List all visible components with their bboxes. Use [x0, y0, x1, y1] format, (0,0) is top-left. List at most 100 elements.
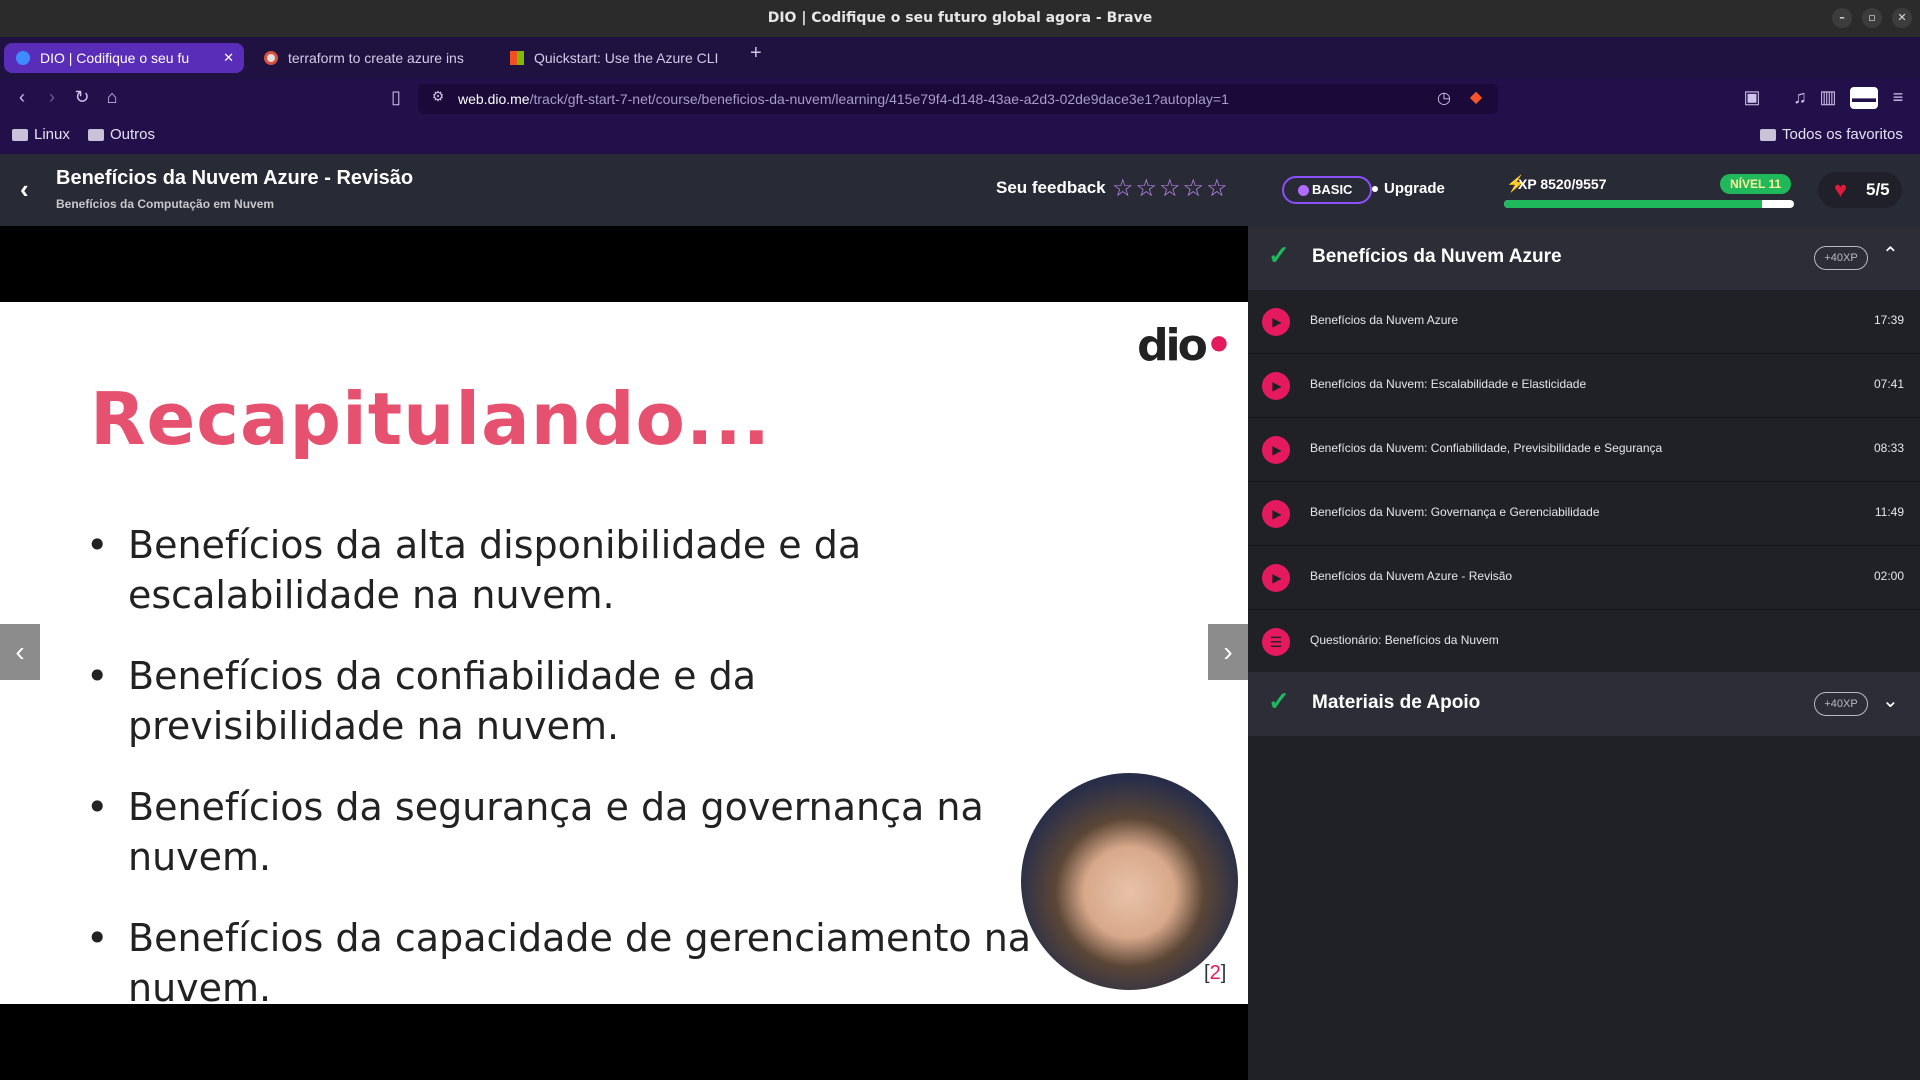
lesson-item[interactable]: ▶ Benefícios da Nuvem: Escalabilidade e E… — [1248, 354, 1920, 418]
quiz-item[interactable]: ☰ Questionário: Benefícios da Nuvem — [1248, 610, 1920, 674]
lesson-item[interactable]: ▶ Benefícios da Nuvem Azure 17:39 — [1248, 290, 1920, 354]
check-icon: ✓ — [1268, 686, 1290, 716]
tab-terraform[interactable]: terraform to create azure ins — [252, 43, 484, 73]
url-host: web.dio.me — [458, 91, 530, 107]
lives-value: 5/5 — [1866, 180, 1890, 199]
section-header-materiais[interactable]: ✓ Materiais de Apoio +40XP ⌄ — [1248, 672, 1920, 736]
previous-slide-icon[interactable]: ‹ — [0, 624, 40, 680]
window-title: DIO | Codifique o seu futuro global agor… — [767, 10, 1153, 26]
folder-icon — [1760, 128, 1776, 141]
home-icon[interactable]: ⌂ — [100, 87, 124, 108]
bookmark-label: Todos os favoritos — [1782, 126, 1903, 143]
plan-label: BASIC — [1312, 182, 1353, 197]
section-xp-badge: +40XP — [1814, 692, 1868, 716]
slide-bullets: Benefícios da alta disponibilidade e da … — [86, 520, 1040, 1004]
dio-logo: dio• — [1137, 320, 1233, 371]
slide-page-number: [2] — [1204, 962, 1227, 984]
upgrade-link[interactable]: Upgrade — [1372, 180, 1445, 197]
lesson-item-current[interactable]: ▶ Benefícios da Nuvem Azure - Revisão 02:0… — [1248, 546, 1920, 610]
bookmark-label: Linux — [34, 126, 70, 143]
section-title: Benefícios da Nuvem Azure — [1312, 246, 1562, 267]
heart-icon: ♥ — [1834, 177, 1848, 202]
all-bookmarks[interactable]: Todos os favoritos — [1760, 126, 1903, 143]
bullet-item: Benefícios da alta disponibilidade e da … — [86, 520, 1040, 620]
lives-counter: ♥ 5/5 — [1818, 172, 1902, 208]
presenter-webcam — [1021, 773, 1238, 990]
tab-dio[interactable]: DIO | Codifique o seu fu ✕ — [4, 43, 244, 73]
bookmarks-bar: Linux Outros Todos os favoritos — [0, 119, 1920, 154]
bullet-item: Benefícios da segurança e da governança … — [86, 782, 1040, 882]
plan-badge[interactable]: BASIC — [1282, 176, 1372, 204]
lesson-label: Benefícios da Nuvem Azure — [1310, 313, 1459, 327]
bookmark-folder-outros[interactable]: Outros — [88, 126, 155, 143]
maximize-icon[interactable]: ▫ — [1862, 8, 1882, 28]
play-icon: ▶ — [1262, 564, 1290, 592]
microsoft-favicon-icon — [510, 51, 524, 65]
check-icon: ✓ — [1268, 240, 1290, 270]
site-settings-icon[interactable]: ⚙ — [426, 88, 450, 105]
bookmark-label: Outros — [110, 126, 156, 143]
section-header-beneficios[interactable]: ✓ Benefícios da Nuvem Azure +40XP ⌃ — [1248, 226, 1920, 290]
bookmark-folder-linux[interactable]: Linux — [12, 126, 70, 143]
lesson-duration: 02:00 — [1873, 569, 1904, 583]
slide-headline: Recapitulando... — [90, 377, 772, 461]
forward-icon[interactable]: › — [40, 87, 64, 108]
tab-label: DIO | Codifique o seu fu — [40, 50, 190, 66]
wallet-icon[interactable]: ▬▬ — [1850, 87, 1878, 109]
level-badge: NÍVEL 11 — [1720, 174, 1792, 194]
xp-progress-fill — [1504, 200, 1763, 208]
section-title: Materiais de Apoio — [1312, 692, 1481, 713]
lesson-label: Questionário: Benefícios da Nuvem — [1310, 633, 1499, 647]
tab-label: Quickstart: Use the Azure CLI — [534, 50, 719, 66]
navigation-bar: ‹ › ↻ ⌂ ▯ ⚙ web.dio.me/track/gft-start-7… — [0, 79, 1920, 119]
slide-frame: dio• Recapitulando... Benefícios da alta… — [0, 302, 1248, 1004]
chevron-down-icon[interactable]: ⌄ — [1882, 688, 1899, 713]
media-icon[interactable]: ♫ — [1788, 87, 1812, 108]
play-icon: ▶ — [1262, 500, 1290, 528]
lesson-duration: 07:41 — [1873, 377, 1904, 391]
lesson-label: Benefícios da Nuvem: Confiabilidade, Pre… — [1310, 441, 1663, 455]
sidebar-icon[interactable]: ▥ — [1816, 87, 1840, 108]
list-icon: ☰ — [1262, 628, 1290, 656]
history-icon[interactable]: ◷ — [1432, 88, 1456, 108]
close-tab-icon[interactable]: ✕ — [217, 43, 234, 73]
lesson-item[interactable]: ▶ Benefícios da Nuvem: Confiabilidade, Pr… — [1248, 418, 1920, 482]
window-titlebar: DIO | Codifique o seu futuro global agor… — [0, 0, 1920, 37]
minimize-icon[interactable]: – — [1832, 8, 1852, 28]
next-slide-icon[interactable]: › — [1208, 624, 1248, 680]
new-tab-icon[interactable]: + — [750, 42, 762, 65]
close-icon[interactable]: ✕ — [1892, 8, 1912, 28]
chevron-up-icon[interactable]: ⌃ — [1882, 242, 1899, 267]
tab-azure-cli[interactable]: Quickstart: Use the Azure CLI — [498, 43, 730, 73]
address-bar[interactable]: ⚙ web.dio.me/track/gft-start-7-net/cours… — [418, 84, 1498, 114]
feedback-label: Seu feedback — [996, 178, 1106, 197]
play-icon: ▶ — [1262, 372, 1290, 400]
lesson-title: Benefícios da Nuvem Azure - Revisão — [56, 167, 414, 189]
tab-label: terraform to create azure ins — [288, 50, 464, 66]
bullet-item: Benefícios da capacidade de gerenciament… — [86, 913, 1040, 1004]
lesson-duration: 17:39 — [1873, 313, 1904, 327]
xp-progress-bar — [1504, 200, 1794, 208]
brave-shields-icon[interactable]: ◆ — [1464, 87, 1488, 107]
url-path: /track/gft-start-7-net/course/beneficios… — [529, 91, 1229, 107]
reload-icon[interactable]: ↻ — [70, 87, 94, 108]
menu-icon[interactable]: ≡ — [1886, 87, 1910, 108]
bookmark-icon[interactable]: ▯ — [384, 87, 408, 108]
search-favicon-icon — [264, 51, 278, 65]
lesson-list-panel: ✓ Benefícios da Nuvem Azure +40XP ⌃ ▶ Ben… — [1248, 226, 1920, 1080]
back-icon[interactable]: ‹ — [10, 87, 34, 108]
back-arrow-icon[interactable]: ‹ — [20, 174, 29, 205]
course-header: ‹ Benefícios da Nuvem Azure - Revisão Be… — [0, 154, 1920, 226]
dio-favicon-icon — [16, 51, 30, 65]
lesson-duration: 11:49 — [1874, 505, 1904, 519]
lesson-item[interactable]: ▶ Benefícios da Nuvem: Governança e Geren… — [1248, 482, 1920, 546]
lesson-duration: 08:33 — [1873, 441, 1904, 455]
folder-icon — [12, 128, 28, 141]
lesson-label: Benefícios da Nuvem Azure - Revisão — [1310, 569, 1513, 583]
bullet-item: Benefícios da confiabilidade e da previs… — [86, 651, 1040, 751]
play-icon: ▶ — [1262, 436, 1290, 464]
course-subtitle: Benefícios da Computação em Nuvem — [56, 197, 275, 211]
screenshot-icon[interactable]: ▣ — [1740, 87, 1764, 108]
feedback-stars[interactable]: ☆☆☆☆☆ — [1112, 174, 1230, 203]
folder-icon — [88, 128, 104, 141]
